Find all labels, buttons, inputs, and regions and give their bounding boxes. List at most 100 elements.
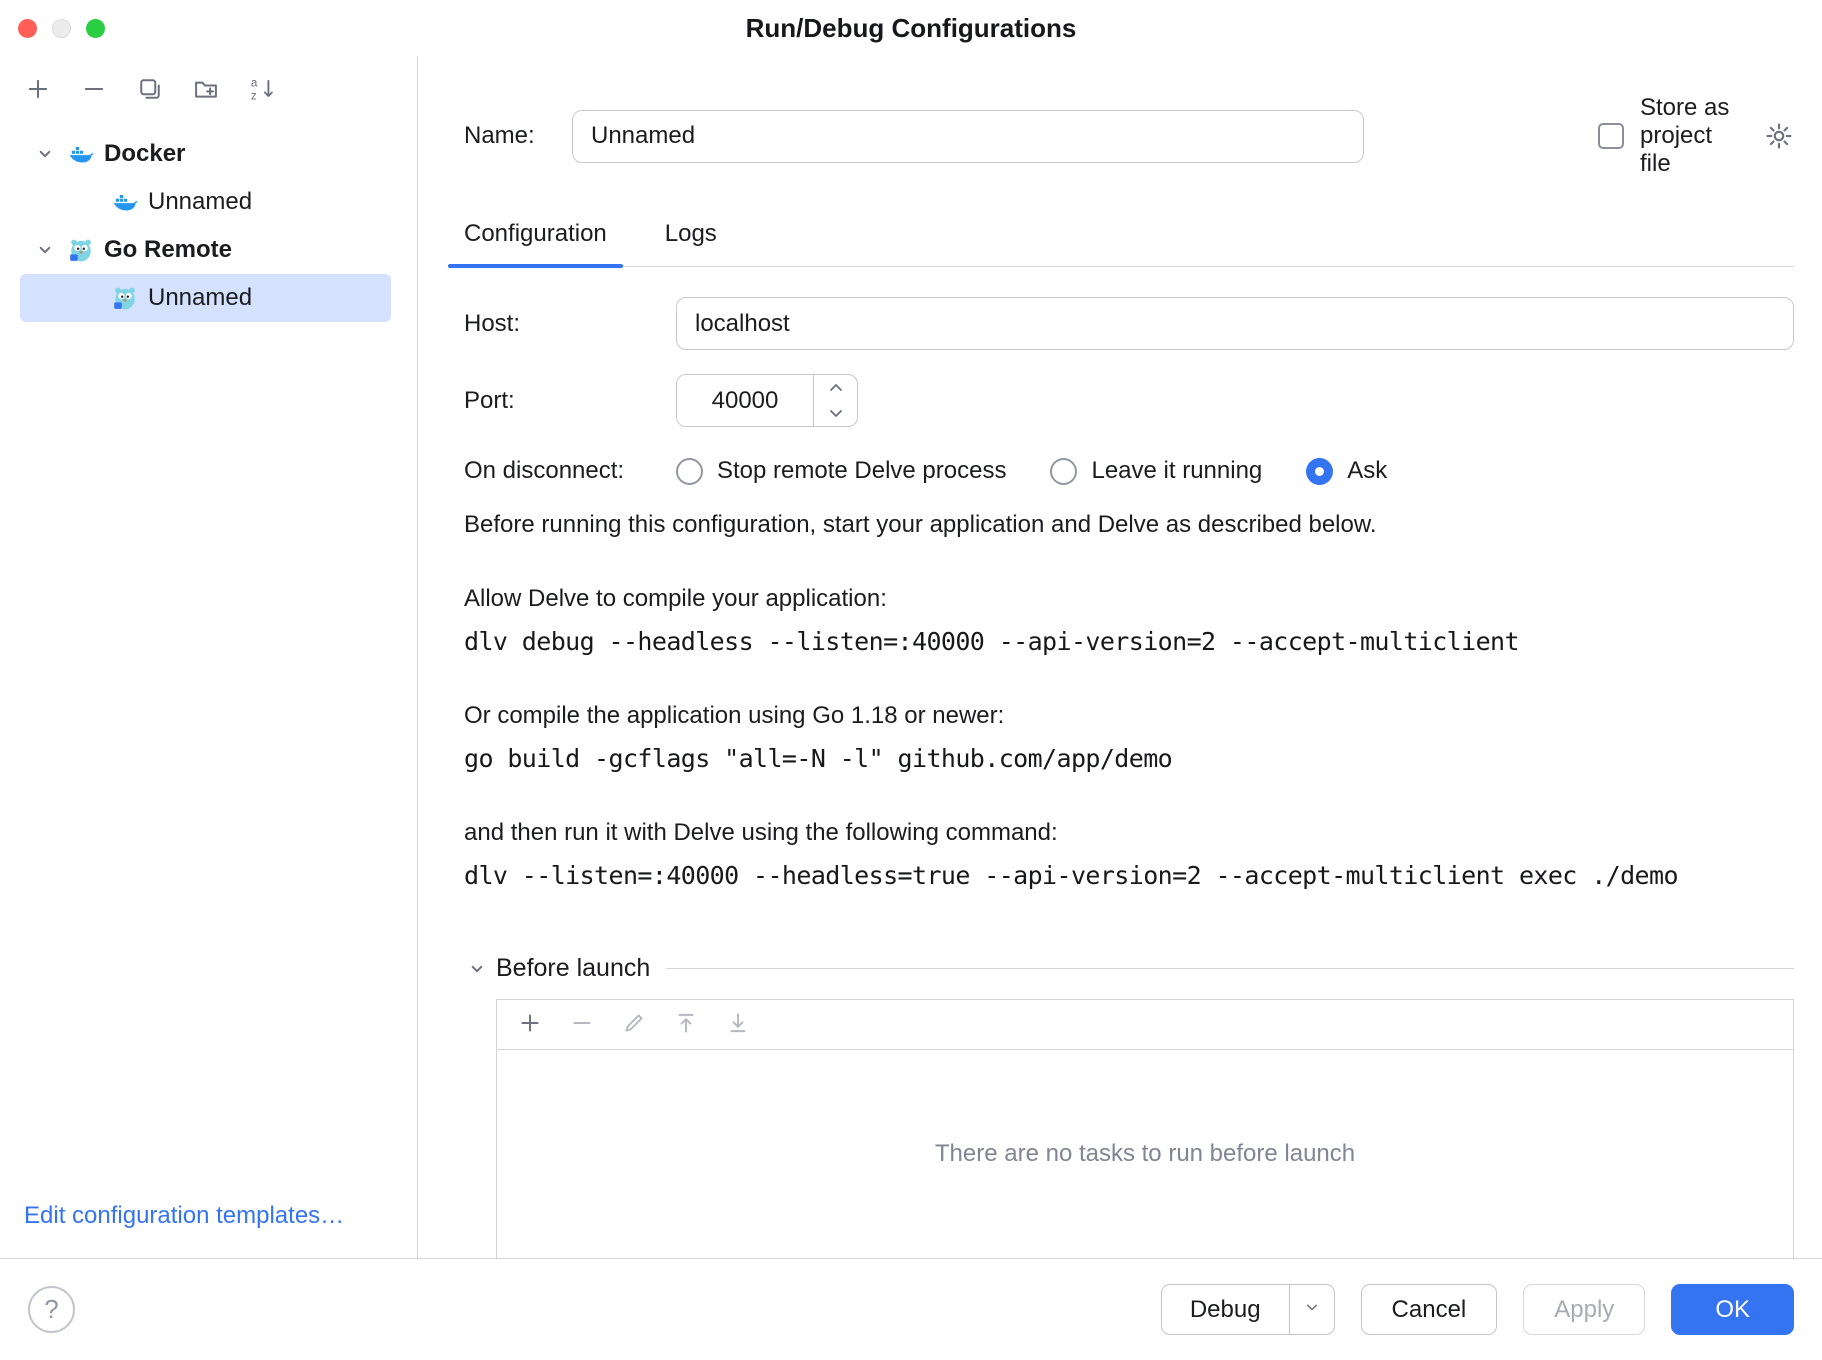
radio-stop-remote-delve[interactable]: Stop remote Delve process: [676, 457, 1006, 485]
before-launch-tasks-panel: There are no tasks to run before launch: [496, 999, 1794, 1258]
radio-selected-icon: [1306, 458, 1333, 485]
new-folder-button[interactable]: [192, 76, 220, 104]
radio-leave-it-running[interactable]: Leave it running: [1050, 457, 1262, 485]
tree-item-go-remote[interactable]: Go Remote: [0, 226, 417, 274]
dialog-footer: ? Debug Cancel Apply OK: [0, 1258, 1822, 1360]
add-task-button[interactable]: [517, 1012, 543, 1038]
configuration-editor: Name: Store as project file Configuratio…: [418, 56, 1822, 1258]
stepper-up-button[interactable]: [814, 375, 857, 401]
chevron-down-icon[interactable]: [32, 237, 58, 263]
go-remote-icon: [68, 237, 94, 263]
debug-button-label[interactable]: Debug: [1162, 1285, 1289, 1334]
editor-tabs: Configuration Logs: [448, 220, 1794, 267]
radio-icon: [1050, 458, 1077, 485]
tree-item-docker-unnamed[interactable]: Unnamed: [0, 178, 417, 226]
plus-icon: [517, 1010, 543, 1039]
go-remote-icon: [112, 285, 138, 311]
tree-item-label: Unnamed: [148, 188, 252, 216]
gear-icon: [1764, 139, 1794, 154]
window-title: Run/Debug Configurations: [0, 13, 1822, 44]
name-input[interactable]: [572, 110, 1364, 163]
tree-item-go-remote-unnamed[interactable]: Unnamed: [20, 274, 391, 322]
build-command: go build -gcflags "all=-N -l" github.com…: [464, 744, 1794, 773]
traffic-lights: [18, 0, 105, 56]
tab-configuration[interactable]: Configuration: [448, 220, 623, 266]
store-settings-button[interactable]: [1764, 121, 1794, 151]
minimize-window-button[interactable]: [52, 19, 71, 38]
port-input[interactable]: [677, 375, 813, 426]
docker-icon: [112, 189, 138, 215]
tab-logs[interactable]: Logs: [649, 220, 733, 266]
move-task-up-button[interactable]: [673, 1012, 699, 1038]
configurations-tree: Docker Unnamed Go Remote Unnamed: [0, 130, 417, 322]
dialog-body: az Docker Unnamed Go Remote: [0, 56, 1822, 1258]
cancel-button[interactable]: Cancel: [1361, 1284, 1498, 1335]
radio-label: Ask: [1347, 457, 1387, 485]
tree-item-label: Go Remote: [104, 236, 232, 264]
name-row: Name: Store as project file: [464, 94, 1794, 178]
arrow-up-to-bar-icon: [673, 1010, 699, 1039]
radio-ask[interactable]: Ask: [1306, 457, 1387, 485]
tree-item-label: Docker: [104, 140, 185, 168]
port-row: Port:: [464, 374, 1794, 427]
store-as-project-checkbox[interactable]: [1598, 123, 1624, 149]
chevron-down-icon[interactable]: [32, 141, 58, 167]
sort-configurations-button[interactable]: az: [248, 76, 276, 104]
host-input[interactable]: [676, 297, 1794, 350]
svg-text:z: z: [251, 89, 257, 102]
add-configuration-button[interactable]: [24, 76, 52, 104]
zoom-window-button[interactable]: [86, 19, 105, 38]
stepper-down-button[interactable]: [814, 401, 857, 427]
intro-text: Before running this configuration, start…: [464, 511, 1794, 539]
before-launch-header: Before launch: [464, 954, 1794, 983]
host-label: Host:: [464, 310, 676, 338]
radio-label: Leave it running: [1091, 457, 1262, 485]
edit-task-button[interactable]: [621, 1012, 647, 1038]
question-mark-icon: ?: [44, 1294, 58, 1325]
port-spinner: [676, 374, 858, 427]
tree-item-label: Unnamed: [148, 284, 252, 312]
host-row: Host:: [464, 297, 1794, 350]
move-task-down-button[interactable]: [725, 1012, 751, 1038]
close-window-button[interactable]: [18, 19, 37, 38]
store-as-project-group: Store as project file: [1598, 94, 1794, 178]
compile-command: dlv debug --headless --listen=:40000 --a…: [464, 627, 1794, 656]
radio-label: Stop remote Delve process: [717, 457, 1006, 485]
radio-icon: [676, 458, 703, 485]
on-disconnect-row: On disconnect: Stop remote Delve process…: [464, 457, 1794, 485]
run-debug-configurations-dialog: Run/Debug Configurations az: [0, 0, 1822, 1360]
name-label: Name:: [464, 122, 572, 150]
configurations-sidebar: az Docker Unnamed Go Remote: [0, 56, 418, 1258]
copy-configuration-button[interactable]: [136, 76, 164, 104]
svg-text:a: a: [251, 76, 258, 89]
plus-icon: [24, 75, 52, 106]
ok-button[interactable]: OK: [1671, 1284, 1794, 1335]
debug-button[interactable]: Debug: [1161, 1284, 1335, 1335]
chevron-down-icon: [464, 970, 490, 985]
debug-options-dropdown[interactable]: [1290, 1285, 1334, 1334]
before-launch-divider: [666, 968, 1794, 969]
before-launch-collapse-button[interactable]: [464, 956, 490, 982]
remove-task-button[interactable]: [569, 1012, 595, 1038]
help-button[interactable]: ?: [28, 1286, 75, 1333]
remove-configuration-button[interactable]: [80, 76, 108, 104]
apply-button[interactable]: Apply: [1523, 1284, 1645, 1335]
run-command: dlv --listen=:40000 --headless=true --ap…: [464, 861, 1794, 890]
build-heading: Or compile the application using Go 1.18…: [464, 702, 1794, 730]
tasks-toolbar: [497, 1000, 1793, 1050]
copy-icon: [136, 75, 164, 106]
minus-icon: [80, 75, 108, 106]
store-as-project-label: Store as project file: [1640, 94, 1748, 178]
port-label: Port:: [464, 387, 676, 415]
minus-icon: [569, 1010, 595, 1039]
tree-item-docker[interactable]: Docker: [0, 130, 417, 178]
pencil-icon: [621, 1010, 647, 1039]
run-heading: and then run it with Delve using the fol…: [464, 819, 1794, 847]
on-disconnect-label: On disconnect:: [464, 457, 676, 485]
port-stepper: [813, 375, 857, 426]
no-tasks-message: There are no tasks to run before launch: [497, 1050, 1793, 1258]
chevron-down-icon: [1302, 1296, 1322, 1324]
edit-templates-link[interactable]: Edit configuration templates…: [0, 1202, 417, 1258]
arrow-down-to-bar-icon: [725, 1010, 751, 1039]
sidebar-toolbar: az: [0, 68, 417, 118]
